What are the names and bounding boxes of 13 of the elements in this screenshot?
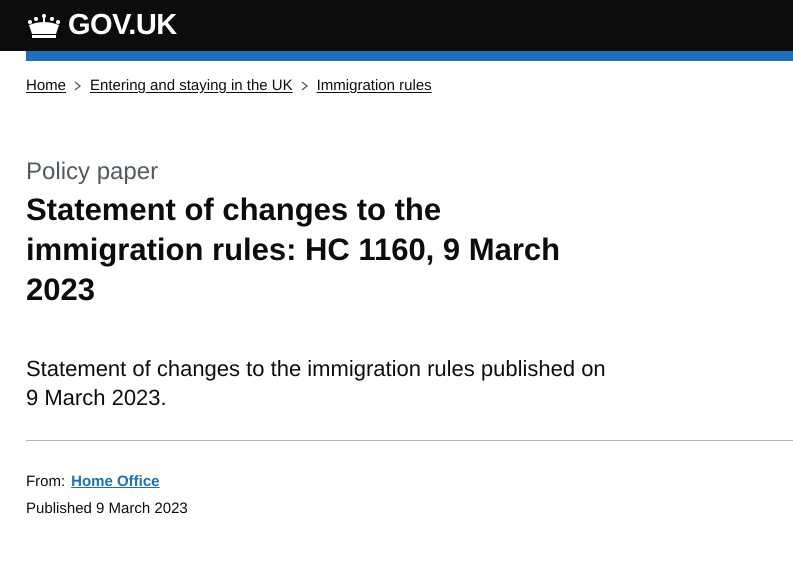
- site-logo[interactable]: GOV.UK: [68, 9, 177, 42]
- crown-icon: [26, 12, 62, 38]
- breadcrumb-link[interactable]: Immigration rules: [316, 77, 432, 94]
- published-date: Published 9 March 2023: [26, 500, 189, 517]
- summary-text: Statement of changes to the immigration rules published on 9 March 2023.: [26, 355, 607, 412]
- from-label: From:: [26, 473, 66, 490]
- chevron-icon: [300, 80, 309, 90]
- page-title: Statement of changes to the immigration rules: HC 1160, 9 March 2023: [26, 191, 562, 309]
- breadcrumb-link[interactable]: Home: [26, 77, 66, 94]
- breadcrumb-link[interactable]: Entering and staying in the UK: [90, 77, 293, 94]
- page-caption: Policy paper: [26, 158, 160, 186]
- organisation-link[interactable]: Home Office: [71, 473, 160, 490]
- chevron-icon: [74, 80, 82, 90]
